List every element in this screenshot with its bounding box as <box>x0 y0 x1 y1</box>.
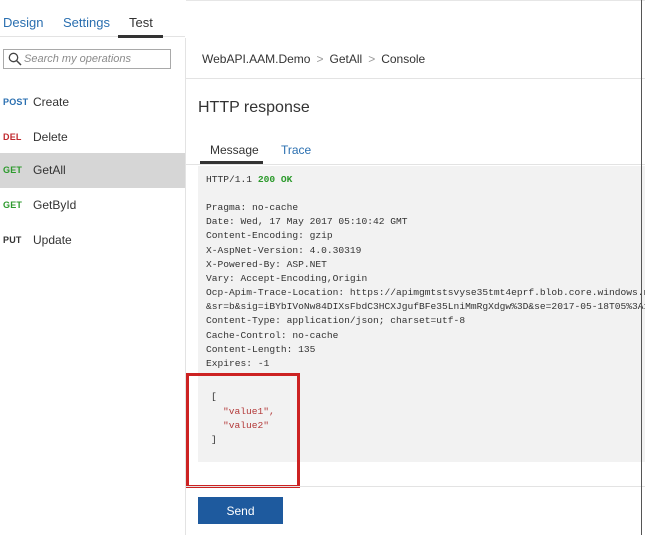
response-header: Expires: -1 <box>206 358 270 369</box>
section-title: HTTP response <box>198 99 310 116</box>
tab-design[interactable]: Design <box>3 15 43 30</box>
operation-name: Create <box>33 95 70 109</box>
operation-getall[interactable]: GET GetAll <box>0 153 185 188</box>
tab-trace[interactable]: Trace <box>281 143 311 157</box>
operation-update[interactable]: PUT Update <box>0 223 185 258</box>
operation-delete[interactable]: DEL Delete <box>0 120 185 155</box>
operation-name: Update <box>33 233 72 247</box>
response-header: Vary: Accept-Encoding,Origin <box>206 273 368 284</box>
operations-sidebar: POST Create DEL Delete GET GetAll GET Ge… <box>0 38 185 535</box>
search-input[interactable] <box>24 51 168 67</box>
method-badge: PUT <box>3 235 22 245</box>
response-tabs-divider <box>186 164 645 165</box>
method-badge: DEL <box>3 132 22 142</box>
response-header: X-AspNet-Version: 4.0.30319 <box>206 245 362 256</box>
footer-divider <box>186 486 645 487</box>
search-icon <box>8 52 22 66</box>
tab-message[interactable]: Message <box>210 143 259 157</box>
breadcrumb: WebAPI.AAM.Demo > GetAll > Console <box>202 52 425 66</box>
tab-test[interactable]: Test <box>129 15 153 30</box>
highlight-box <box>186 373 300 488</box>
operation-create[interactable]: POST Create <box>0 85 185 120</box>
search-box[interactable] <box>3 49 171 69</box>
method-badge: GET <box>3 165 23 175</box>
method-badge: POST <box>3 97 29 107</box>
operation-name: Delete <box>33 130 68 144</box>
breadcrumb-operation[interactable]: GetAll <box>330 52 363 66</box>
response-header: Content-Type: application/json; charset=… <box>206 315 466 326</box>
operation-name: GetAll <box>33 163 66 177</box>
tab-settings[interactable]: Settings <box>63 15 110 30</box>
breadcrumb-page: Console <box>381 52 426 66</box>
breadcrumb-api[interactable]: WebAPI.AAM.Demo <box>202 52 310 66</box>
response-header: Pragma: no-cache <box>206 202 299 213</box>
response-header: Ocp-Apim-Trace-Location: https://apimgmt… <box>206 287 645 298</box>
breadcrumb-separator: > <box>368 52 376 66</box>
breadcrumb-separator: > <box>316 52 324 66</box>
console-panel: WebAPI.AAM.Demo > GetAll > Console HTTP resp… <box>186 0 645 535</box>
status-code: 200 OK <box>257 174 293 185</box>
response-header: X-Powered-By: ASP.NET <box>206 259 327 270</box>
response-header: &sr=b&sig=iBYbIVoNw84DIXsFbdC3HCXJgufBFe… <box>206 301 645 312</box>
top-border <box>186 0 645 1</box>
response-header: Content-Length: 135 <box>206 344 316 355</box>
send-button[interactable]: Send <box>198 497 283 524</box>
method-badge: GET <box>3 200 23 210</box>
response-header: Cache-Control: no-cache <box>206 330 339 341</box>
top-tabs: Design Settings Test <box>0 0 185 38</box>
breadcrumb-divider <box>186 78 645 79</box>
response-header: Date: Wed, 17 May 2017 05:10:42 GMT <box>206 216 408 227</box>
status-line: HTTP/1.1 200 OK <box>206 173 292 187</box>
operation-getbyid[interactable]: GET GetById <box>0 188 185 223</box>
operation-name: GetById <box>33 198 77 212</box>
protocol: HTTP/1.1 <box>206 174 253 185</box>
response-header: Content-Encoding: gzip <box>206 230 333 241</box>
window-edge <box>641 0 642 535</box>
